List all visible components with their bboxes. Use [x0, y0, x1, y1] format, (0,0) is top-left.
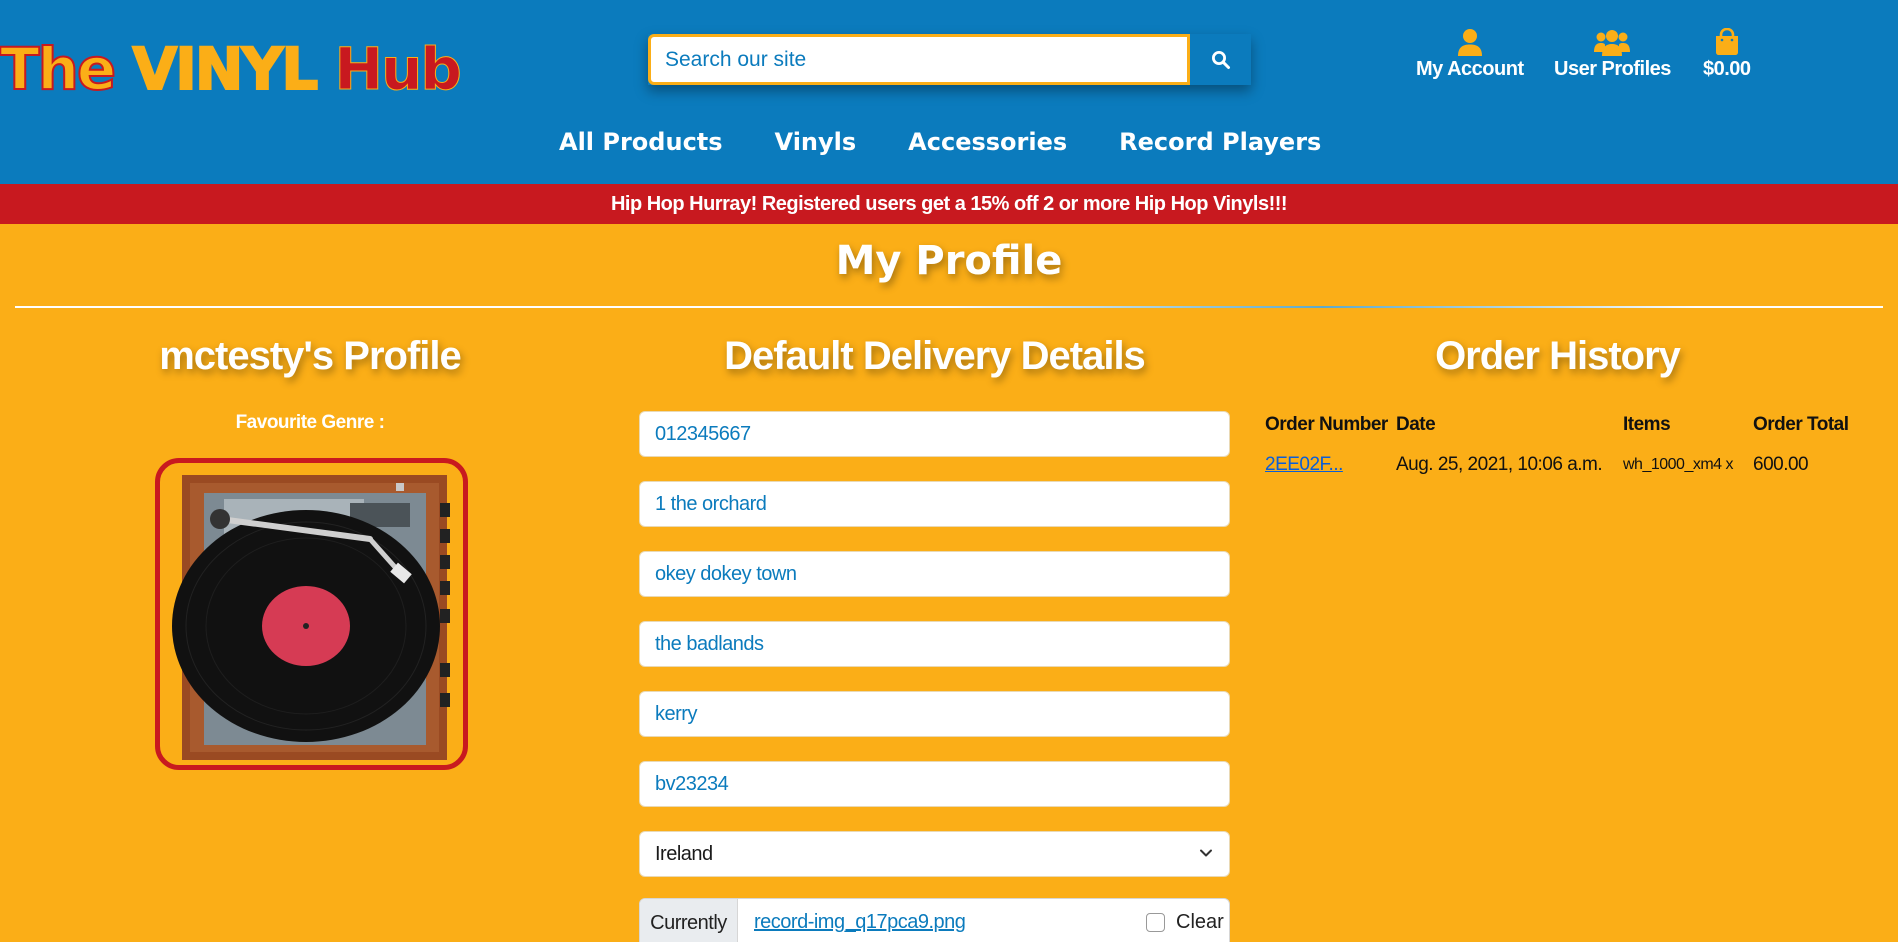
- order-items-cell: wh_1000_xm4 x: [1623, 456, 1734, 473]
- order-date-cell: Aug. 25, 2021, 10:06 a.m.: [1396, 454, 1603, 475]
- user-profiles-link[interactable]: User Profiles: [1554, 28, 1671, 81]
- profile-image: [155, 458, 468, 770]
- street-address1-field[interactable]: 1 the orchard: [639, 481, 1230, 527]
- site-header: The VINYL Hub My Account User Profiles: [0, 0, 1898, 184]
- my-account-link[interactable]: My Account: [1416, 28, 1524, 81]
- users-icon: [1594, 30, 1631, 56]
- user-icon: [1457, 29, 1482, 56]
- order-total-cell: 600.00: [1753, 454, 1809, 475]
- nav-vinyls[interactable]: Vinyls: [775, 128, 857, 156]
- county-field[interactable]: kerry: [639, 691, 1230, 737]
- clear-file-label[interactable]: Clear: [1176, 899, 1224, 942]
- col-header-order-total: Order Total: [1753, 414, 1849, 435]
- street-address2-field[interactable]: okey dokey town: [639, 551, 1230, 597]
- town-city-field[interactable]: the badlands: [639, 621, 1230, 667]
- image-file-input: Currently record-img_q17pca9.png Clear: [639, 898, 1230, 942]
- country-selected-value: Ireland: [655, 843, 713, 865]
- page-title: My Profile: [835, 238, 1063, 284]
- col-header-items: Items: [1623, 414, 1671, 435]
- order-history-title: Order History: [1435, 334, 1681, 378]
- col-header-order-number: Order Number: [1265, 414, 1388, 435]
- shopping-bag-icon: [1715, 28, 1738, 55]
- user-profiles-label: User Profiles: [1554, 58, 1671, 80]
- search-input[interactable]: [648, 34, 1190, 85]
- site-logo[interactable]: The VINYL Hub: [0, 34, 462, 104]
- profile-title: mctesty's Profile: [159, 334, 462, 378]
- current-file-link[interactable]: record-img_q17pca9.png: [754, 899, 966, 942]
- main-nav: All Products Vinyls Accessories Record P…: [559, 128, 1373, 156]
- favourite-genre-label: Favourite Genre :: [235, 412, 385, 433]
- postcode-field[interactable]: bv23234: [639, 761, 1230, 807]
- chevron-down-icon: [1200, 849, 1212, 857]
- order-number-link[interactable]: 2EE02F...: [1265, 454, 1343, 475]
- col-header-date: Date: [1396, 414, 1436, 435]
- nav-record-players[interactable]: Record Players: [1119, 128, 1321, 156]
- nav-all-products[interactable]: All Products: [559, 128, 723, 156]
- turntable-image: [172, 475, 450, 760]
- country-select[interactable]: Ireland: [639, 831, 1230, 877]
- title-divider: [15, 306, 1883, 308]
- file-currently-label: Currently: [640, 899, 738, 942]
- my-account-label: My Account: [1416, 58, 1524, 80]
- delivery-title: Default Delivery Details: [724, 334, 1146, 378]
- order-number-cell: 2EE02F...: [1265, 454, 1343, 476]
- search-button[interactable]: [1190, 34, 1251, 85]
- search-icon: [1211, 50, 1230, 69]
- logo-text-the: The: [0, 34, 133, 104]
- logo-text-hub: Hub: [316, 35, 462, 104]
- search-form: [648, 34, 1251, 85]
- clear-file-checkbox[interactable]: [1146, 913, 1165, 932]
- cart-total-label: $0.00: [1703, 58, 1751, 80]
- cart-link[interactable]: $0.00: [1703, 28, 1751, 81]
- nav-accessories[interactable]: Accessories: [908, 128, 1067, 156]
- promo-banner: Hip Hop Hurray! Registered users get a 1…: [0, 184, 1898, 224]
- phone-number-field[interactable]: 012345667: [639, 411, 1230, 457]
- logo-text-vinyl: VINYL: [131, 34, 319, 104]
